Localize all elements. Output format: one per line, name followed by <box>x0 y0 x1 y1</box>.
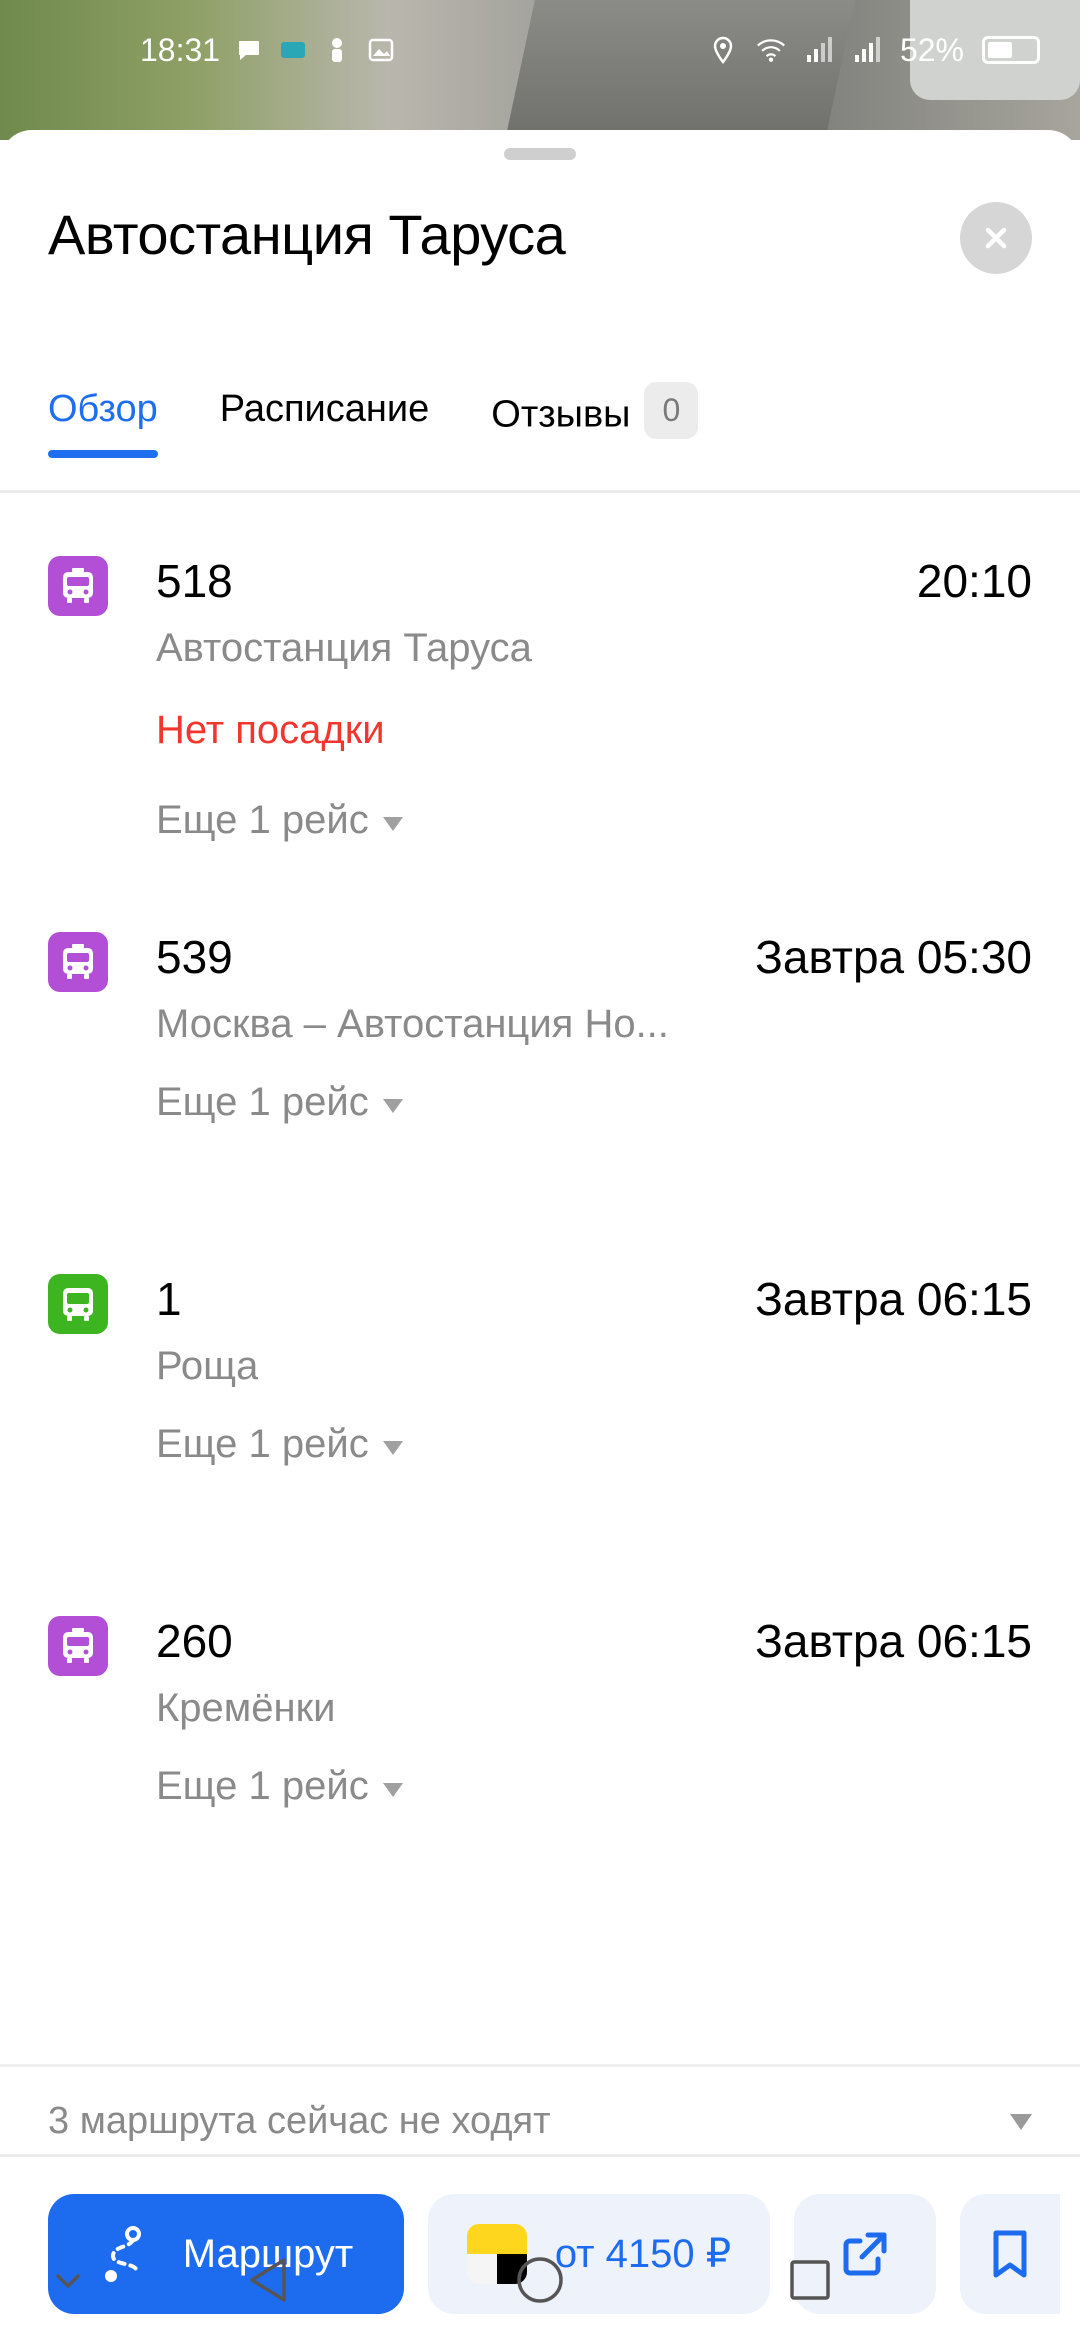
route-departure-time: 20:10 <box>916 555 1032 607</box>
battery-icon <box>982 36 1040 64</box>
route-destination: Автостанция Таруса <box>156 626 532 670</box>
chevron-down-icon[interactable] <box>36 2248 100 2312</box>
route-item[interactable]: 518 20:10 Автостанция Таруса Нет посадки… <box>0 540 1080 916</box>
signal-icon <box>852 35 882 65</box>
divider <box>0 2064 1080 2067</box>
battery-fill <box>988 42 1012 58</box>
recents-icon[interactable] <box>778 2248 842 2312</box>
route-item[interactable]: 260 Завтра 06:15 Кремёнки Еще 1 рейс <box>0 1600 1080 1900</box>
tab-overview[interactable]: Обзор <box>48 370 158 458</box>
back-icon[interactable] <box>236 2248 300 2312</box>
signal-icon <box>804 35 834 65</box>
route-number: 518 <box>156 555 233 607</box>
status-icons-left <box>234 35 396 65</box>
triangle-down-icon <box>382 816 403 831</box>
tab-label: Обзор <box>48 388 158 430</box>
route-item[interactable]: 539 Завтра 05:30 Москва – Автостанция Но… <box>0 916 1080 1258</box>
route-number: 539 <box>156 931 233 983</box>
more-trips-toggle[interactable]: Еще 1 рейс <box>156 1080 403 1125</box>
route-number: 260 <box>156 1615 233 1667</box>
battery-percent: 52% <box>899 31 964 68</box>
reviews-count-badge: 0 <box>644 382 699 439</box>
route-status-no-boarding: Нет посадки <box>156 708 385 752</box>
tab-schedule[interactable]: Расписание <box>220 370 430 456</box>
more-trips-label: Еще 1 рейс <box>156 1764 369 1808</box>
routes-list: 518 20:10 Автостанция Таруса Нет посадки… <box>0 540 1080 1900</box>
home-icon[interactable] <box>508 2248 572 2312</box>
tabs-divider <box>0 490 1080 493</box>
tab-label: Отзывы <box>491 393 631 436</box>
more-trips-toggle[interactable]: Еще 1 рейс <box>156 1422 403 1467</box>
route-departure-time: Завтра 06:15 <box>755 1615 1032 1667</box>
more-trips-toggle[interactable]: Еще 1 рейс <box>156 798 403 843</box>
minibus-icon <box>48 1616 108 1676</box>
tab-reviews[interactable]: Отзывы 0 <box>491 370 699 456</box>
bus-icon <box>48 1274 108 1334</box>
minibus-icon <box>48 932 108 992</box>
triangle-down-icon <box>382 1098 403 1113</box>
route-departure-time: Завтра 06:15 <box>755 1273 1032 1325</box>
more-trips-label: Еще 1 рейс <box>156 1422 369 1466</box>
page-title: Автостанция Таруса <box>48 203 566 266</box>
more-trips-label: Еще 1 рейс <box>156 798 369 842</box>
image-icon <box>366 35 396 65</box>
tab-label: Расписание <box>219 388 430 430</box>
more-trips-label: Еще 1 рейс <box>156 1080 369 1124</box>
triangle-down-icon <box>382 1782 403 1797</box>
triangle-down-icon <box>1010 2114 1032 2130</box>
inactive-routes-toggle[interactable]: 3 маршрута сейчас не ходят <box>48 2100 1032 2143</box>
more-trips-toggle[interactable]: Еще 1 рейс <box>156 1764 403 1809</box>
route-number: 1 <box>156 1273 182 1325</box>
inactive-routes-label: 3 маршрута сейчас не ходят <box>48 2100 551 2142</box>
status-right: 52% <box>708 32 1040 69</box>
person-icon <box>322 35 352 65</box>
divider <box>0 2154 1080 2157</box>
route-destination: Москва – Автостанция Но... <box>156 1002 669 1046</box>
close-button[interactable] <box>960 202 1032 274</box>
tabs: Обзор Расписание Отзывы 0 <box>48 370 699 490</box>
location-icon <box>708 35 738 65</box>
bottom-sheet: Автостанция Таруса Обзор Расписание Отзы… <box>0 130 1080 2340</box>
route-departure-time: Завтра 05:30 <box>755 931 1032 983</box>
chat-icon <box>234 35 264 65</box>
notification-icon <box>278 35 308 65</box>
status-bar: 18:31 52% <box>0 0 1080 100</box>
route-destination: Кремёнки <box>156 1686 336 1730</box>
minibus-icon <box>48 556 108 616</box>
wifi-icon <box>756 35 786 65</box>
route-destination: Роща <box>156 1344 259 1388</box>
status-time: 18:31 <box>140 31 221 68</box>
triangle-down-icon <box>382 1440 403 1455</box>
sheet-grabber[interactable] <box>504 148 576 160</box>
system-nav-bar <box>0 2220 1080 2340</box>
route-item[interactable]: 1 Завтра 06:15 Роща Еще 1 рейс <box>0 1258 1080 1600</box>
close-icon <box>985 227 1007 249</box>
